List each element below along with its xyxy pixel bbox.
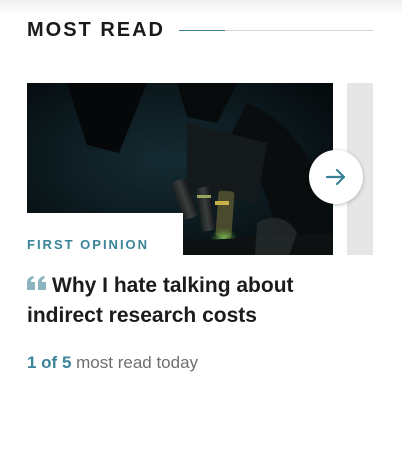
article-headline-link[interactable]: Why I hate talking about indirect resear… bbox=[27, 271, 357, 331]
section-header: MOST READ bbox=[27, 17, 373, 43]
most-read-counter: 1 of 5 most read today bbox=[27, 353, 198, 373]
counter-suffix: most read today bbox=[76, 353, 199, 372]
article-headline: Why I hate talking about indirect resear… bbox=[27, 274, 294, 327]
section-divider bbox=[179, 29, 373, 31]
section-divider-accent bbox=[179, 29, 225, 31]
top-fade bbox=[0, 0, 402, 14]
arrow-right-icon bbox=[325, 168, 346, 186]
article-kicker[interactable]: FIRST OPINION bbox=[27, 237, 149, 252]
next-button[interactable] bbox=[309, 150, 363, 204]
section-title: MOST READ bbox=[27, 18, 165, 41]
counter-position: 1 of 5 bbox=[27, 353, 72, 372]
quote-icon bbox=[27, 276, 46, 290]
